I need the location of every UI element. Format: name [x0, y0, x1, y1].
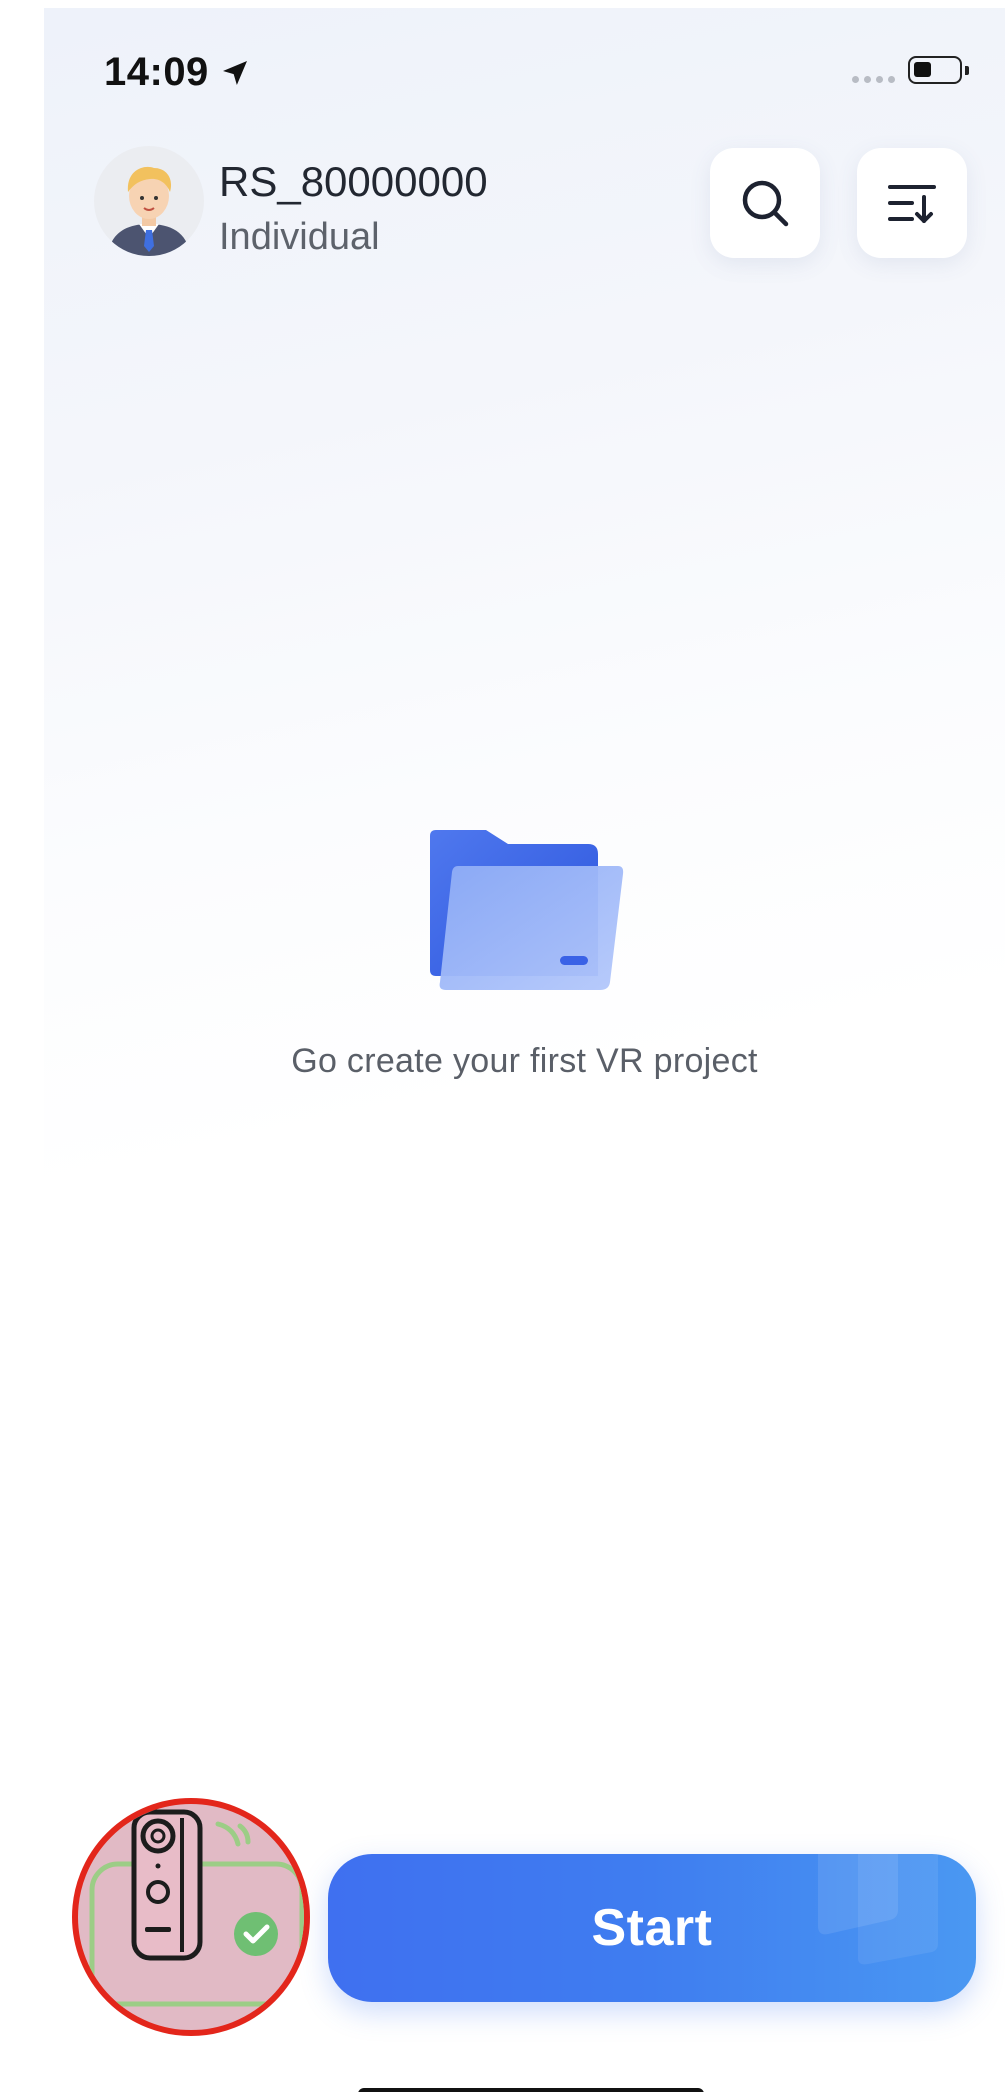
- empty-state-message: Go create your first VR project: [291, 1042, 758, 1080]
- folder-decoration-icon: [818, 1854, 938, 1965]
- search-icon: [742, 180, 789, 227]
- sort-button[interactable]: [857, 148, 967, 258]
- app-screen: 14:09 RS_80000000 Individual Go create y…: [44, 8, 1005, 2092]
- account-type-label: Individual: [219, 216, 380, 258]
- status-bar-time: 14:09: [104, 50, 251, 95]
- status-time-text: 14:09: [104, 50, 209, 94]
- battery-icon: [908, 56, 969, 84]
- start-button[interactable]: Start: [328, 1854, 976, 2002]
- location-arrow-icon: [222, 60, 247, 85]
- camera-device-button[interactable]: [72, 1798, 310, 2036]
- vr-camera-connected-icon: [89, 1809, 304, 2007]
- search-button[interactable]: [710, 148, 820, 258]
- folder-icon: [430, 830, 624, 990]
- user-avatar-icon: [108, 166, 190, 256]
- username: RS_80000000: [219, 158, 488, 205]
- sort-icon: [888, 185, 936, 223]
- start-button-label: Start: [591, 1899, 713, 1957]
- avatar[interactable]: [94, 146, 204, 256]
- signal-icon: [852, 76, 895, 83]
- home-indicator[interactable]: [358, 2088, 704, 2092]
